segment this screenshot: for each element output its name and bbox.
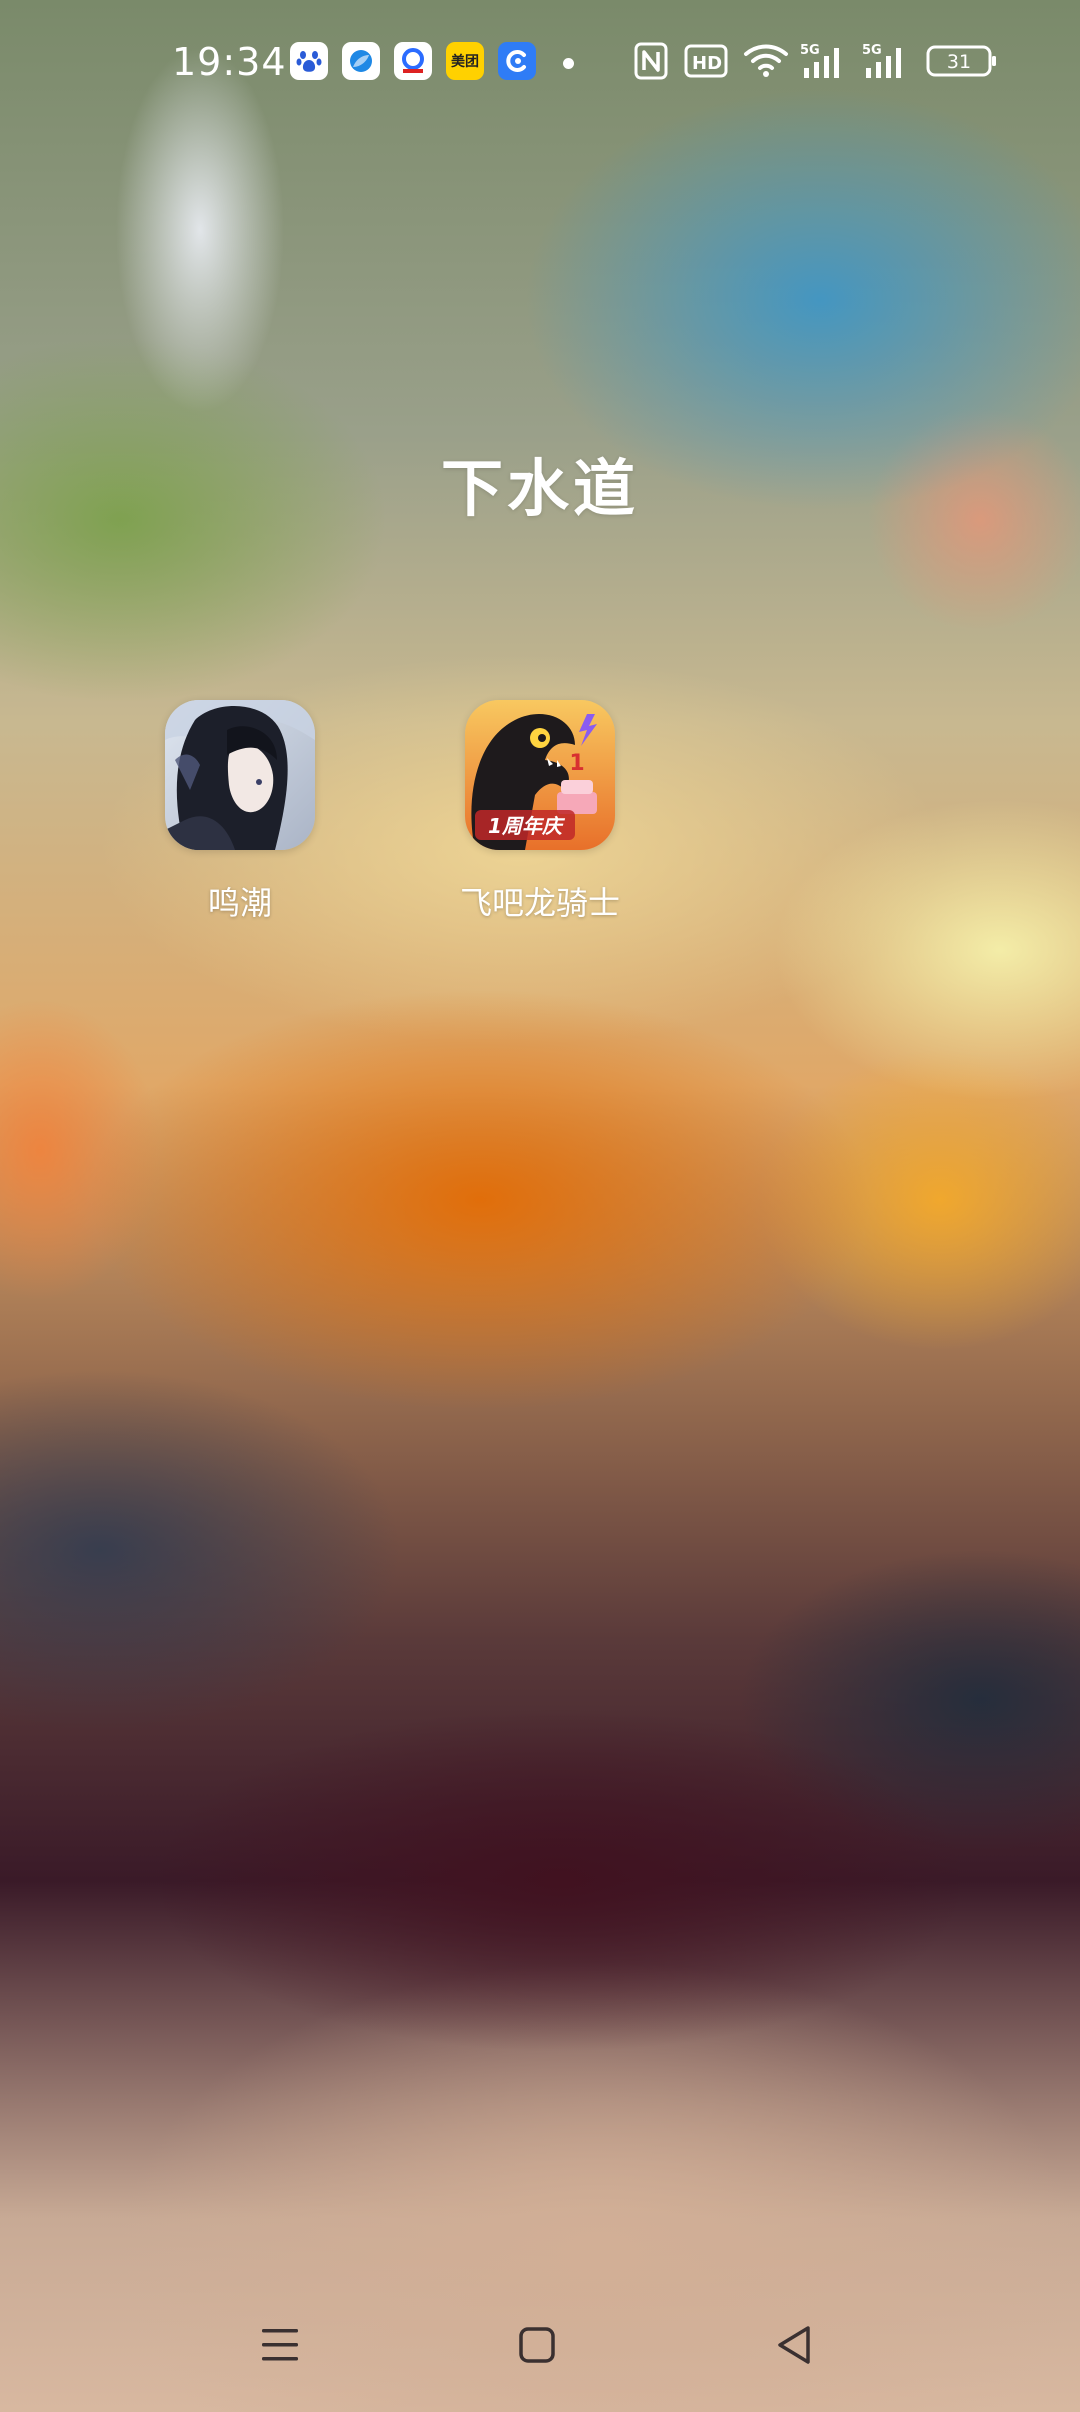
meituan-icon-label: 美团 [451, 54, 479, 70]
app-c-icon [498, 42, 536, 80]
svg-text:1: 1 [569, 751, 584, 776]
back-button[interactable] [754, 2310, 834, 2380]
wuthering-waves-app-icon[interactable] [165, 700, 315, 850]
home-button[interactable] [497, 2310, 577, 2380]
network-2-label: 5G [862, 43, 882, 58]
app-label-dragon-rider: 飞吧龙骑士 [459, 884, 620, 922]
menu-icon [262, 2329, 298, 2361]
folder-title[interactable]: 下水道 [0, 438, 1080, 528]
home-screen-folder: 19:34 美团 HD 5G 5G 31 下水道 鸣潮 1 1周年庆 飞吧龙骑士 [0, 0, 1080, 2412]
menu-button[interactable] [240, 2310, 320, 2380]
signal-5g-1-icon: 5G [800, 42, 850, 86]
status-bar: 19:34 美团 HD 5G 5G 31 [0, 30, 1080, 94]
app-wuthering-waves[interactable]: 鸣潮 [110, 700, 370, 924]
network-1-label: 5G [800, 43, 820, 58]
app-dragon-rider[interactable]: 1 1周年庆 飞吧龙骑士 [410, 700, 670, 924]
news-app-icon [394, 42, 432, 80]
home-icon [519, 2327, 555, 2363]
nfc-icon [634, 42, 668, 84]
navigation-bar [0, 2310, 1080, 2380]
hd-icon: HD [684, 42, 728, 84]
wifi-icon [742, 42, 790, 84]
back-icon [778, 2326, 810, 2364]
browser-icon [342, 42, 380, 80]
anniversary-badge: 1周年庆 [488, 814, 566, 838]
app-label-wuthering-waves: 鸣潮 [207, 884, 272, 922]
more-notifications-dot [563, 58, 574, 69]
meituan-icon: 美团 [446, 42, 484, 80]
battery-level: 31 [947, 51, 971, 73]
status-time: 19:34 [172, 40, 287, 84]
signal-5g-2-icon: 5G [862, 42, 912, 86]
baidu-icon [290, 42, 328, 80]
battery-icon: 31 [926, 42, 998, 84]
dragon-rider-app-icon[interactable]: 1 1周年庆 [465, 700, 615, 850]
svg-text:HD: HD [692, 53, 722, 74]
